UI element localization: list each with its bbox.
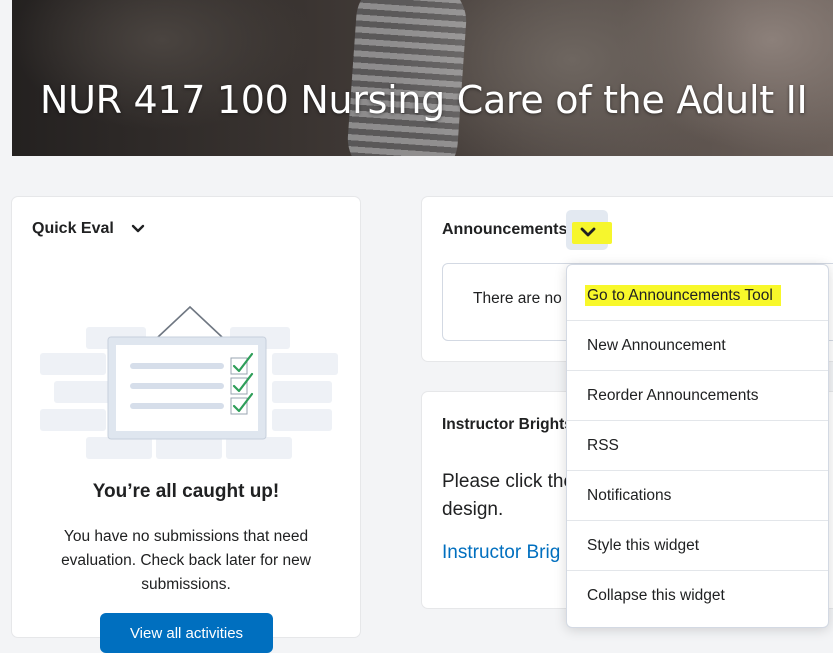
caught-up-heading: You’re all caught up! xyxy=(92,481,280,502)
chevron-down-icon[interactable] xyxy=(128,219,148,239)
menu-item-label: Go to Announcements Tool xyxy=(587,287,779,304)
chevron-down-icon xyxy=(580,227,596,237)
checklist-illustration xyxy=(40,305,338,459)
instructor-widget-link[interactable]: Instructor Brig xyxy=(442,542,560,564)
menu-item-rss[interactable]: RSS xyxy=(567,421,828,471)
quick-eval-title: Quick Eval xyxy=(32,220,114,237)
quick-eval-widget: Quick Eval You’re all caught up! You hav… xyxy=(12,197,360,653)
instructor-widget-text: Please click the design. xyxy=(442,468,574,524)
announcements-dropdown-menu: Go to Announcements Tool New Announcemen… xyxy=(566,264,829,628)
menu-item-style-widget[interactable]: Style this widget xyxy=(567,521,828,571)
announcements-options-button[interactable] xyxy=(566,210,612,250)
course-title: NUR 417 100 Nursing Care of the Adult II xyxy=(40,78,808,122)
instructor-widget-title: Instructor Brights xyxy=(442,416,573,433)
menu-item-go-to-announcements-tool[interactable]: Go to Announcements Tool xyxy=(567,271,828,321)
menu-item-reorder-announcements[interactable]: Reorder Announcements xyxy=(567,371,828,421)
instructor-widget-text-line2: design. xyxy=(442,499,504,520)
menu-item-new-announcement[interactable]: New Announcement xyxy=(567,321,828,371)
announcements-title: Announcements xyxy=(442,221,568,238)
quick-eval-description: You have no submissions that need evalua… xyxy=(61,528,311,593)
menu-item-notifications[interactable]: Notifications xyxy=(567,471,828,521)
instructor-widget-text-line1: Please click the xyxy=(442,471,575,492)
announcements-empty-text: There are no xyxy=(473,290,562,307)
menu-item-collapse-widget[interactable]: Collapse this widget xyxy=(567,571,828,621)
quick-eval-header: Quick Eval xyxy=(32,219,148,239)
view-all-activities-button[interactable]: View all activities xyxy=(100,613,273,653)
course-banner: NUR 417 100 Nursing Care of the Adult II xyxy=(12,0,833,156)
